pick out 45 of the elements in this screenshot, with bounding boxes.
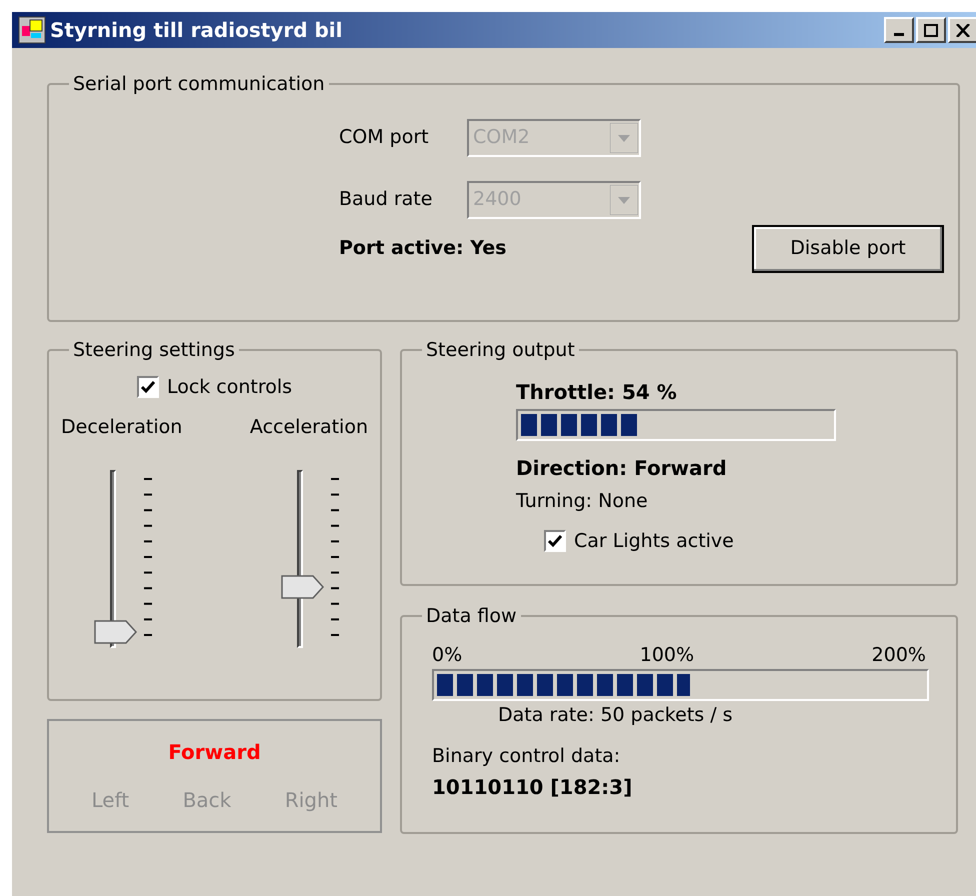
direction-indicator: Back bbox=[182, 787, 232, 814]
maximize-icon bbox=[924, 24, 938, 36]
close-icon bbox=[956, 24, 970, 36]
direction-indicator: Right bbox=[284, 787, 338, 814]
tick-marks-icon bbox=[142, 478, 154, 638]
group-title: Steering settings bbox=[72, 338, 236, 363]
checkbox[interactable]: Car Lights active bbox=[544, 527, 940, 556]
slider-thumb[interactable] bbox=[94, 620, 138, 644]
dropdown-arrow-icon bbox=[610, 184, 638, 214]
minimize-button[interactable] bbox=[884, 17, 914, 43]
scale-label: 0% bbox=[432, 642, 462, 668]
port-status: Port active: Yes bbox=[339, 236, 506, 262]
group-title: Steering output bbox=[425, 338, 576, 363]
binary-data-label: Binary control data: bbox=[432, 744, 622, 768]
checkbox[interactable]: Lock controls bbox=[136, 372, 292, 401]
minimize-icon bbox=[894, 33, 904, 36]
scale-label: 200% bbox=[872, 642, 926, 668]
disable-port-button[interactable]: Disable port bbox=[752, 224, 944, 272]
direction-indicator: Left bbox=[92, 787, 130, 814]
close-button[interactable] bbox=[948, 17, 976, 43]
slider-label: Acceleration bbox=[250, 415, 368, 440]
check-icon bbox=[140, 380, 155, 394]
scale-label: 100% bbox=[640, 642, 694, 668]
group-title: Data flow bbox=[425, 604, 518, 629]
group-title: Serial port communication bbox=[72, 72, 326, 97]
binary-data-value: 10110110 [182:3] bbox=[432, 774, 634, 801]
checkbox-box[interactable] bbox=[544, 530, 566, 552]
slider-label: Deceleration bbox=[61, 415, 182, 440]
throttle-label: Throttle: 54 % bbox=[516, 378, 678, 406]
checkbox-label: Lock controls bbox=[166, 374, 292, 400]
direction-label: Direction: Forward bbox=[516, 454, 728, 482]
checkbox-box[interactable] bbox=[136, 376, 159, 398]
turning-label: Turning: None bbox=[516, 488, 649, 514]
field-label: COM port bbox=[339, 125, 430, 150]
app-icon bbox=[18, 16, 46, 44]
dropdown-arrow-icon bbox=[610, 122, 638, 152]
direction-indicator: Forward bbox=[168, 739, 261, 766]
checkbox-label: Car Lights active bbox=[574, 529, 734, 554]
check-icon bbox=[548, 534, 562, 548]
data-rate-label: Data rate: 50 packets / s bbox=[497, 703, 734, 728]
tick-marks-icon bbox=[328, 478, 341, 638]
field-label: Baud rate bbox=[339, 187, 434, 212]
maximize-button[interactable] bbox=[916, 17, 946, 43]
window-title: Styrning till radiostyrd bil bbox=[50, 17, 344, 44]
slider-thumb[interactable] bbox=[280, 574, 325, 598]
